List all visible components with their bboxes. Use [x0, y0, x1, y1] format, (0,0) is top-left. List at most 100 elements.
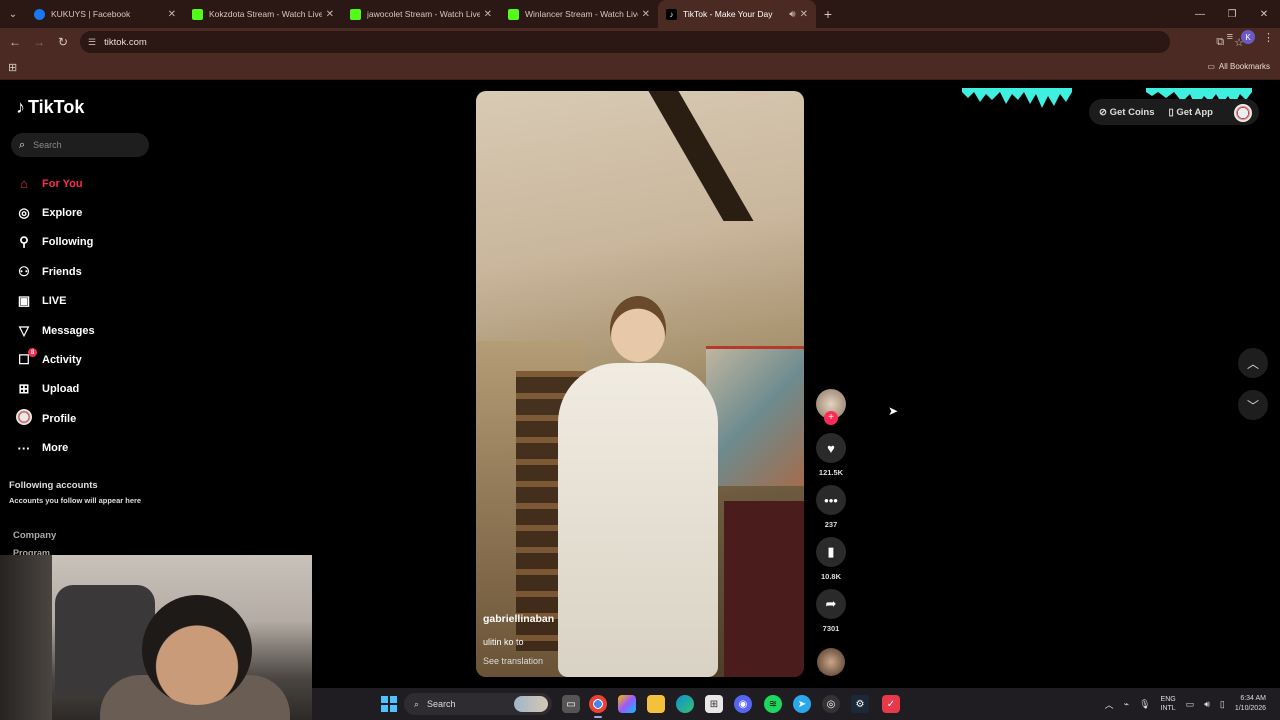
- file-explorer-icon[interactable]: [647, 695, 665, 713]
- language-indicator[interactable]: ENG INTL: [1161, 695, 1176, 713]
- apps-grid-icon[interactable]: ⊞: [8, 61, 17, 74]
- home-icon: ⌂: [20, 176, 28, 192]
- video-player[interactable]: gabriellinaban ulitin ko to See translat…: [476, 91, 804, 677]
- forward-icon[interactable]: →: [27, 30, 51, 54]
- browser-tab[interactable]: jawocolet Stream - Watch Live ✕: [342, 0, 500, 28]
- menu-icon[interactable]: ⋮: [1263, 31, 1274, 44]
- share-button[interactable]: ➦: [816, 589, 846, 619]
- url-text: tiktok.com: [104, 36, 147, 48]
- clock[interactable]: 6:34 AM 1/10/2026: [1235, 694, 1266, 714]
- next-video-button[interactable]: ﹀: [1238, 390, 1268, 420]
- close-icon[interactable]: ✕: [484, 9, 492, 20]
- sidebar-item-messages[interactable]: ▽ Messages: [15, 316, 165, 345]
- kick-icon: [508, 8, 519, 20]
- browser-toolbar: ← → ↻ ☰ tiktok.com ⧉ ☆ ≡ K ⋮: [0, 28, 1280, 56]
- sidebar-item-for-you[interactable]: ⌂ For You: [15, 169, 165, 198]
- copilot-icon[interactable]: [618, 695, 636, 713]
- sidebar-item-friends[interactable]: ⚇ Friends: [15, 257, 165, 286]
- following-accounts-subtitle: Accounts you follow will appear here: [9, 496, 142, 505]
- browser-tab[interactable]: KUKUYS | Facebook ✕: [26, 0, 184, 28]
- profile-avatar[interactable]: [1234, 104, 1252, 122]
- comment-button[interactable]: •••: [816, 485, 846, 515]
- battery-icon[interactable]: ▯: [1220, 699, 1225, 710]
- restore-icon[interactable]: ❐: [1216, 0, 1248, 28]
- task-view-icon[interactable]: ▭: [562, 695, 580, 713]
- sidebar-item-explore[interactable]: ◎ Explore: [15, 198, 165, 227]
- see-translation-link[interactable]: See translation: [483, 656, 543, 666]
- sidebar-item-activity[interactable]: ☐ 8 Activity: [15, 345, 165, 374]
- video-scene: [648, 91, 754, 221]
- tiktok-logo[interactable]: ♪ TikTok: [16, 97, 84, 118]
- browser-tab-active[interactable]: ♪ TikTok - Make Your Day 🔊︎ ✕: [658, 0, 816, 28]
- more-icon: ···: [17, 440, 31, 456]
- close-icon[interactable]: ✕: [326, 9, 334, 20]
- save-button[interactable]: ▮: [816, 537, 846, 567]
- tab-search-icon[interactable]: ⌄: [0, 0, 26, 28]
- volume-icon[interactable]: 🔊︎: [1204, 699, 1210, 710]
- mic-icon[interactable]: 🎙︎: [1139, 699, 1150, 710]
- close-icon[interactable]: ✕: [642, 9, 650, 20]
- windows-taskbar: ⌕ Search ▭ ⊞ ◉ ≋ ➤ ◎ ⚙ ✓ ︿ ⌁ 🎙︎ ENG INTL…: [312, 688, 1280, 720]
- search-icon: ⌕: [19, 138, 26, 151]
- heart-icon: ♥: [827, 440, 835, 456]
- discord-icon[interactable]: ◉: [734, 695, 752, 713]
- chevron-down-icon: ﹀: [1246, 398, 1259, 413]
- speaker-icon[interactable]: 🔊︎: [789, 9, 795, 20]
- telegram-icon[interactable]: ➤: [793, 695, 811, 713]
- sidebar-item-following[interactable]: ⚲ Following: [15, 228, 165, 257]
- steam-icon[interactable]: ⚙: [851, 695, 869, 713]
- sidebar-item-more[interactable]: ··· More: [15, 434, 165, 463]
- edge-icon[interactable]: [676, 695, 694, 713]
- search-input[interactable]: ⌕ Search: [11, 133, 149, 157]
- mouse-cursor-icon: ➤: [888, 404, 899, 418]
- site-info-icon[interactable]: ☰: [88, 37, 96, 48]
- windows-start-icon[interactable]: [381, 696, 397, 712]
- close-icon[interactable]: ✕: [168, 9, 176, 20]
- sidebar-item-upload[interactable]: ⊞ Upload: [15, 375, 165, 404]
- search-icon: ⌕: [414, 698, 420, 709]
- video-caption: ulitin ko to: [483, 637, 524, 647]
- follow-plus-icon[interactable]: +: [824, 411, 838, 425]
- app-icon[interactable]: ✓: [882, 695, 900, 713]
- comment-icon: •••: [824, 492, 838, 508]
- back-icon[interactable]: ←: [3, 30, 27, 54]
- reload-icon[interactable]: ↻: [51, 30, 75, 54]
- window-controls: — ❐ ✕: [1184, 0, 1280, 28]
- store-icon[interactable]: ⊞: [705, 695, 723, 713]
- tiktok-note-icon: ♪: [16, 97, 25, 117]
- display-icon[interactable]: ▭: [1186, 699, 1195, 710]
- get-app-button[interactable]: ▯ Get App: [1168, 107, 1212, 118]
- folder-icon: ▭: [1207, 62, 1215, 71]
- creator-avatar[interactable]: +: [816, 389, 846, 425]
- close-icon[interactable]: ✕: [800, 9, 808, 20]
- company-link[interactable]: Company: [13, 530, 56, 541]
- network-icon[interactable]: ⌁: [1124, 699, 1129, 710]
- close-window-icon[interactable]: ✕: [1248, 0, 1280, 28]
- music-disc-icon[interactable]: [817, 648, 845, 676]
- profile-avatar[interactable]: K: [1241, 30, 1255, 44]
- like-button[interactable]: ♥: [816, 433, 846, 463]
- install-app-icon[interactable]: ⧉: [1216, 36, 1224, 49]
- sidebar-item-profile[interactable]: Profile: [15, 404, 165, 433]
- spotify-icon[interactable]: ≋: [764, 695, 782, 713]
- new-tab-button[interactable]: +: [816, 6, 840, 22]
- browser-tab[interactable]: Kokzdota Stream - Watch Live ✕: [184, 0, 342, 28]
- chrome-icon[interactable]: [589, 695, 607, 718]
- minimize-icon[interactable]: —: [1184, 0, 1216, 28]
- all-bookmarks-button[interactable]: ▭ All Bookmarks: [1207, 62, 1270, 71]
- compass-icon: ◎: [18, 205, 30, 221]
- taskbar-search[interactable]: ⌕ Search: [404, 693, 552, 715]
- address-bar[interactable]: ☰ tiktok.com ⧉ ☆: [80, 31, 1244, 53]
- video-username[interactable]: gabriellinaban: [483, 613, 554, 625]
- previous-video-button[interactable]: ︿: [1238, 348, 1268, 378]
- chevron-up-icon[interactable]: ︿: [1105, 698, 1114, 711]
- share-count: 7301: [822, 624, 840, 633]
- get-coins-button[interactable]: ⊘ Get Coins: [1099, 107, 1154, 118]
- browser-tab[interactable]: Winlancer Stream - Watch Live ✕: [500, 0, 658, 28]
- obs-icon[interactable]: ◎: [822, 695, 840, 713]
- search-highlight-image: [514, 696, 548, 712]
- media-controls-icon[interactable]: ≡: [1227, 31, 1233, 43]
- messages-icon: ▽: [19, 322, 29, 338]
- sidebar-item-live[interactable]: ▣ LIVE: [15, 287, 165, 316]
- kick-icon: [192, 8, 203, 20]
